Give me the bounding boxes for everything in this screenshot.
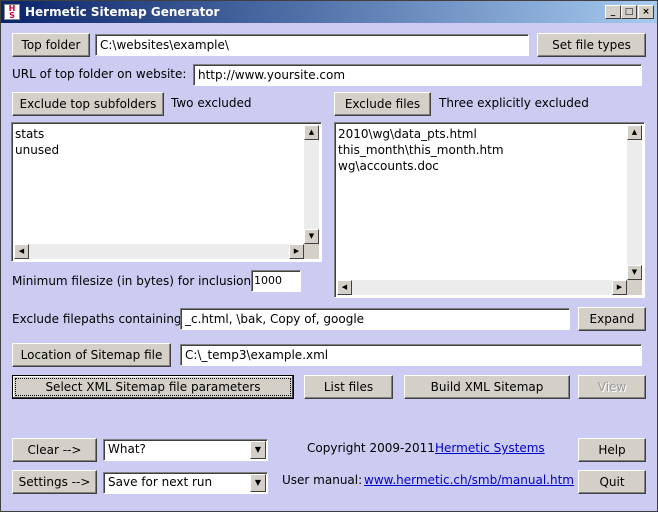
help-button[interactable]: Help [578, 438, 646, 462]
scrollbar-corner [304, 244, 319, 259]
min-filesize-label: Minimum filesize (in bytes) for inclusio… [12, 274, 256, 288]
window-title: Hermetic Sitemap Generator [25, 5, 220, 19]
hermetic-systems-link[interactable]: Hermetic Systems [435, 441, 545, 455]
excluded-subfolders-list[interactable]: stats unused ▲ ▼ ◀ ▶ [11, 122, 322, 262]
view-button[interactable]: View [578, 375, 646, 399]
minimize-button[interactable]: _ [605, 5, 621, 19]
vertical-scrollbar[interactable]: ▲ ▼ [304, 125, 319, 244]
scroll-left-icon[interactable]: ◀ [337, 280, 352, 295]
scroll-left-icon[interactable]: ◀ [14, 244, 29, 259]
exclude-files-status: Three explicitly excluded [439, 96, 589, 110]
clear-button[interactable]: Clear --> [12, 438, 97, 462]
build-sitemap-button[interactable]: Build XML Sitemap [404, 375, 570, 399]
horizontal-scrollbar[interactable]: ◀ ▶ [337, 280, 627, 295]
close-button[interactable]: × [638, 5, 654, 19]
select-params-button[interactable]: Select XML Sitemap file parameters [12, 375, 294, 399]
list-item[interactable]: unused [15, 142, 59, 158]
horizontal-scrollbar[interactable]: ◀ ▶ [14, 244, 304, 259]
scroll-up-icon[interactable]: ▲ [627, 125, 642, 140]
url-input[interactable]: http://www.yoursite.com [193, 64, 642, 86]
manual-link[interactable]: www.hermetic.ch/smb/manual.htm [364, 473, 574, 487]
scroll-right-icon[interactable]: ▶ [612, 280, 627, 295]
manual-label: User manual: [282, 473, 363, 487]
clear-select[interactable]: What? ▼ [103, 439, 268, 461]
list-files-button[interactable]: List files [304, 375, 393, 399]
clear-select-value: What? [108, 442, 146, 456]
scrollbar-corner [627, 280, 642, 295]
list-item[interactable]: 2010\wg\data_pts.html [338, 126, 504, 142]
quit-button[interactable]: Quit [578, 470, 646, 494]
settings-select-value: Save for next run [108, 475, 213, 489]
settings-button[interactable]: Settings --> [12, 470, 97, 494]
exclude-paths-input[interactable]: _c.html, \bak, Copy of, google [180, 308, 570, 330]
expand-button[interactable]: Expand [578, 307, 646, 331]
app-window: HSG Hermetic Sitemap Generator _ □ × Top… [0, 0, 658, 512]
list-item[interactable]: stats [15, 126, 59, 142]
url-label: URL of top folder on website: [12, 67, 187, 81]
sitemap-location-button[interactable]: Location of Sitemap file [12, 343, 171, 367]
sitemap-location-input[interactable]: C:\_temp3\example.xml [180, 344, 642, 366]
scroll-right-icon[interactable]: ▶ [289, 244, 304, 259]
copyright-text: Copyright 2009-2011 [307, 441, 435, 455]
min-filesize-input[interactable]: 1000 [251, 270, 301, 292]
maximize-button[interactable]: □ [621, 5, 637, 19]
chevron-down-icon[interactable]: ▼ [250, 474, 266, 492]
set-file-types-button[interactable]: Set file types [537, 33, 646, 57]
top-folder-input[interactable]: C:\websites\example\ [95, 34, 529, 56]
vertical-scrollbar[interactable]: ▲ ▼ [627, 125, 642, 280]
exclude-files-button[interactable]: Exclude files [334, 92, 431, 116]
settings-select[interactable]: Save for next run ▼ [103, 472, 268, 494]
exclude-subfolders-button[interactable]: Exclude top subfolders [12, 92, 164, 116]
exclude-subfolders-status: Two excluded [171, 96, 252, 110]
exclude-paths-label: Exclude filepaths containing: [12, 312, 186, 326]
excluded-files-items: 2010\wg\data_pts.html this_month\this_mo… [338, 126, 504, 174]
title-bar[interactable]: HSG Hermetic Sitemap Generator _ □ × [1, 1, 657, 23]
scroll-down-icon[interactable]: ▼ [304, 229, 319, 244]
top-folder-button[interactable]: Top folder [12, 33, 90, 57]
hsg-app-icon[interactable]: HSG [4, 4, 20, 20]
excluded-files-list[interactable]: 2010\wg\data_pts.html this_month\this_mo… [334, 122, 645, 298]
chevron-down-icon[interactable]: ▼ [250, 441, 266, 459]
list-item[interactable]: wg\accounts.doc [338, 158, 504, 174]
excluded-subfolders-items: stats unused [15, 126, 59, 158]
scroll-up-icon[interactable]: ▲ [304, 125, 319, 140]
list-item[interactable]: this_month\this_month.htm [338, 142, 504, 158]
scroll-down-icon[interactable]: ▼ [627, 265, 642, 280]
